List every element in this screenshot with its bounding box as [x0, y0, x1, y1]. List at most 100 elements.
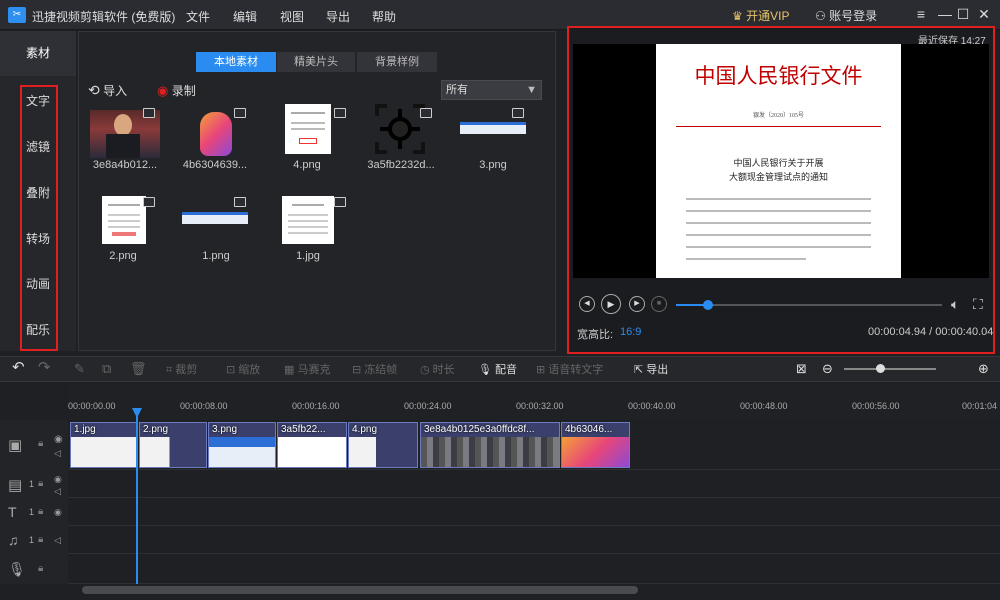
media-item[interactable]	[375, 104, 425, 154]
timeline-clip[interactable]: 3.png	[208, 422, 276, 468]
media-item[interactable]	[102, 196, 146, 244]
image-badge-icon	[420, 108, 432, 118]
video-badge-icon	[143, 108, 155, 118]
media-item[interactable]	[182, 212, 248, 224]
filter-value: 所有	[446, 84, 468, 96]
minimize-icon[interactable]: —	[936, 5, 954, 23]
menu-file[interactable]: 文件	[186, 8, 210, 25]
zoom-out-icon[interactable]: ⊖	[822, 361, 833, 377]
import-icon: ⟲	[88, 82, 100, 98]
stop-icon[interactable]: ■	[651, 296, 667, 312]
preview-document: 中国人民银行文件 银发〔2020〕105号 中国人民银行关于开展 大额现金管理试…	[656, 44, 901, 278]
next-frame-icon[interactable]: ▶	[629, 296, 645, 312]
import-button[interactable]: ⟲ 导入	[88, 82, 127, 99]
doc-subtitle-1: 中国人民银行关于开展	[733, 158, 824, 168]
media-item[interactable]	[282, 196, 334, 244]
timeline-clip[interactable]: 4.png	[348, 422, 418, 468]
progress-handle[interactable]	[703, 300, 713, 310]
ruler-tick: 00:00:48.00	[740, 401, 788, 411]
mosaic-label: 马赛克	[297, 364, 331, 376]
media-item-label: 1.jpg	[296, 250, 320, 262]
record-button[interactable]: ◉ 录制	[157, 82, 196, 99]
timeline-clip[interactable]: 2.png	[139, 422, 207, 468]
filter-select[interactable]: 所有 ▼	[441, 80, 542, 100]
duration-button[interactable]: ◷ 时长	[420, 361, 455, 377]
timeline-scrollbar[interactable]	[82, 586, 638, 594]
eye-icon[interactable]: ◉	[54, 434, 63, 445]
doc-subtitle-2: 大额现金管理试点的通知	[728, 172, 828, 182]
media-item-label: 4.png	[293, 159, 321, 171]
mute-icon[interactable]: ◁	[54, 535, 61, 546]
dub-button[interactable]: 🎙︎ 配音	[478, 361, 517, 377]
ruler-tick: 00:00:40.00	[628, 401, 676, 411]
highlight-box-left	[20, 85, 58, 351]
menu-export[interactable]: 导出	[326, 8, 350, 25]
record-icon: ◉	[157, 83, 169, 98]
menu-help[interactable]: 帮助	[372, 8, 396, 25]
delete-icon[interactable]: 🗑︎	[130, 361, 147, 377]
tab-local-material[interactable]: 本地素材	[196, 52, 276, 72]
menu-view[interactable]: 视图	[280, 8, 304, 25]
aspect-ratio-label: 宽高比:	[577, 329, 614, 341]
mute-icon[interactable]: ◁	[54, 486, 61, 497]
track-number: 1	[29, 535, 35, 545]
zoom-clip-icon: ⊡	[226, 364, 236, 376]
copy-icon[interactable]: ⧉	[102, 361, 111, 377]
media-item[interactable]	[285, 104, 331, 154]
eye-icon[interactable]: ◉	[54, 474, 62, 485]
fit-timeline-icon[interactable]: ⊠	[796, 361, 807, 377]
ruler-tick: 00:00:08.00	[180, 401, 228, 411]
duration-label: 时长	[432, 364, 455, 376]
maximize-icon[interactable]: ☐	[954, 5, 972, 23]
timeline-clip[interactable]: 4b63046...	[561, 422, 630, 468]
split-icon[interactable]: ✎	[74, 361, 85, 377]
timeline-zoom-slider[interactable]	[844, 368, 936, 370]
track-number: 1	[29, 507, 35, 517]
media-item-label: 3a5fb2232d...	[367, 159, 435, 171]
zoom-in-icon[interactable]: ⊕	[978, 361, 989, 377]
timecode: 00:00:04.94 / 00:00:40.04	[868, 326, 994, 338]
video-track-icon: ▣	[8, 437, 23, 454]
chevron-down-icon: ▼	[526, 84, 537, 96]
lock-icon[interactable]: 🔒︎	[38, 478, 43, 489]
image-badge-icon	[234, 197, 246, 207]
progress-track[interactable]	[676, 304, 942, 306]
tab-intro-clips[interactable]: 精美片头	[277, 52, 355, 72]
mute-icon[interactable]: ◁	[54, 448, 61, 459]
crop-button[interactable]: ⌗ 裁剪	[166, 361, 197, 377]
eye-icon[interactable]: ◉	[54, 507, 62, 518]
close-icon[interactable]: ✕	[975, 5, 993, 23]
ruler-tick: 00:00:56.00	[852, 401, 900, 411]
playhead[interactable]	[136, 410, 138, 584]
play-button[interactable]: ▶	[601, 294, 621, 314]
timeline-clip[interactable]: 3a5fb22...	[277, 422, 347, 468]
lock-icon[interactable]: 🔒︎	[38, 563, 43, 574]
zoom-clip-button[interactable]: ⊡ 缩放	[226, 361, 260, 377]
ruler-tick: 00:00:00.00	[68, 401, 116, 411]
lock-icon[interactable]: 🔒︎	[38, 438, 43, 449]
prev-frame-icon[interactable]: ◀	[579, 296, 595, 312]
undo-icon[interactable]: ↶	[12, 358, 25, 376]
lock-icon[interactable]: 🔒︎	[38, 534, 43, 545]
tab-material[interactable]: 素材	[0, 31, 76, 76]
menu-icon[interactable]: ≡	[912, 5, 930, 23]
timeline-clip[interactable]: 1.jpg	[70, 422, 138, 468]
redo-icon[interactable]: ↷	[38, 358, 51, 376]
volume-icon[interactable]: 🔈︎	[951, 296, 959, 313]
aspect-ratio-select[interactable]: 16:9	[620, 326, 641, 338]
speech-to-text-button[interactable]: ⊞ 语音转文字	[536, 361, 603, 377]
freeze-frame-button[interactable]: ⊟ 冻结帧	[352, 361, 397, 377]
tab-background-samples[interactable]: 背景样例	[357, 52, 437, 72]
mosaic-button[interactable]: ▦ 马赛克	[284, 361, 330, 377]
menu-edit[interactable]: 编辑	[233, 8, 257, 25]
lock-icon[interactable]: 🔒︎	[38, 506, 43, 517]
vip-button[interactable]: ♛ 开通VIP	[732, 7, 789, 24]
timeline-zoom-handle[interactable]	[876, 364, 885, 373]
account-login-button[interactable]: ⚇ 账号登录	[815, 7, 877, 24]
track-number: 1	[29, 479, 35, 489]
fullscreen-icon[interactable]: ⛶	[973, 296, 983, 313]
voice-track-row	[0, 554, 1000, 584]
media-item[interactable]	[460, 122, 526, 134]
export-button[interactable]: ⇱ 导出	[634, 361, 668, 377]
timeline-clip[interactable]: 3e8a4b0125e3a0ffdc8f...	[420, 422, 560, 468]
